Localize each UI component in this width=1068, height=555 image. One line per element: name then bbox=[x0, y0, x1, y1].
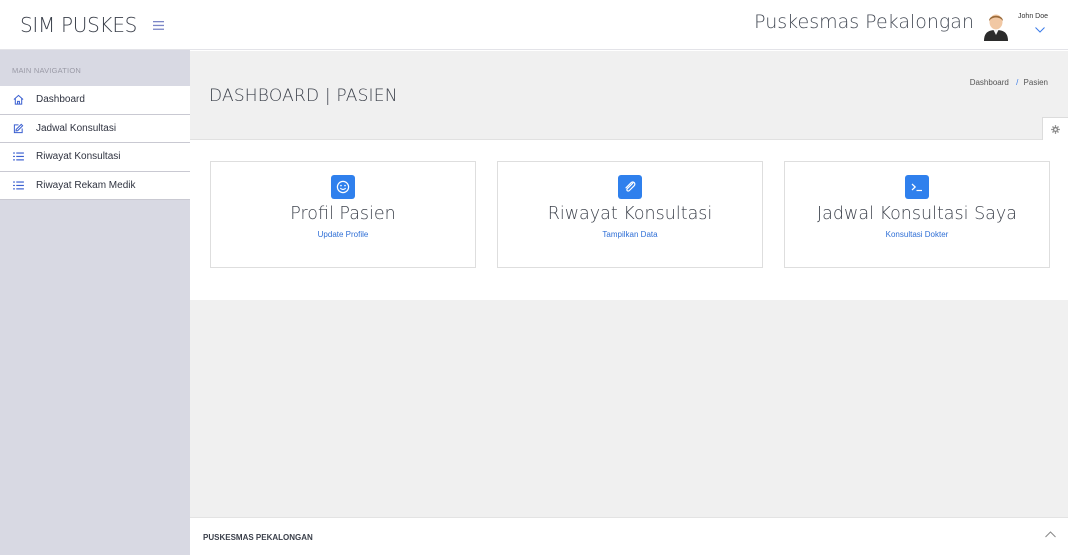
card-title: Riwayat Konsultasi bbox=[547, 204, 713, 224]
footer-text: PUSKESMAS PEKALONGAN bbox=[203, 533, 313, 542]
page-header: DASHBOARD | PASIEN Dashboard / Pasien bbox=[190, 51, 1068, 140]
nav-list: Dashboard Jadwal Konsultasi Riwayat Kons… bbox=[0, 86, 190, 200]
card-link-update-profile[interactable]: Update Profile bbox=[211, 230, 475, 239]
sidebar-item-label: Dashboard bbox=[36, 94, 85, 106]
sidebar-item-riwayat-konsultasi[interactable]: Riwayat Konsultasi bbox=[0, 143, 190, 172]
nav-section-label: MAIN NAVIGATION bbox=[12, 66, 81, 75]
list-icon bbox=[12, 151, 24, 163]
paperclip-icon bbox=[618, 175, 642, 199]
breadcrumb-pasien: Pasien bbox=[1023, 78, 1048, 87]
user-name[interactable]: John Doe bbox=[1018, 13, 1048, 20]
breadcrumb-dashboard[interactable]: Dashboard bbox=[970, 78, 1009, 87]
card-link-konsultasi-dokter[interactable]: Konsultasi Dokter bbox=[785, 230, 1049, 239]
content-background bbox=[190, 300, 1068, 517]
sidebar-item-label: Riwayat Rekam Medik bbox=[36, 179, 136, 191]
home-icon bbox=[12, 94, 24, 106]
chevron-up-icon[interactable] bbox=[1045, 529, 1056, 541]
sidebar-item-dashboard[interactable]: Dashboard bbox=[0, 86, 190, 115]
card-riwayat-konsultasi[interactable]: Riwayat Konsultasi Tampilkan Data bbox=[497, 161, 763, 268]
sidebar-item-riwayat-rekam-medik[interactable]: Riwayat Rekam Medik bbox=[0, 172, 190, 200]
sidebar-item-label: Riwayat Konsultasi bbox=[36, 151, 121, 163]
card-jadwal-konsultasi-saya[interactable]: Jadwal Konsultasi Saya Konsultasi Dokter bbox=[784, 161, 1050, 268]
card-title: Profil Pasien bbox=[290, 204, 396, 224]
hamburger-icon[interactable] bbox=[153, 18, 165, 32]
brand-title[interactable]: SIM PUSKES bbox=[20, 13, 137, 37]
page-title: DASHBOARD | PASIEN bbox=[209, 86, 398, 106]
breadcrumb: Dashboard / Pasien bbox=[970, 78, 1048, 87]
edit-icon bbox=[12, 122, 24, 134]
card-profil-pasien[interactable]: Profil Pasien Update Profile bbox=[210, 161, 476, 268]
avatar[interactable] bbox=[981, 11, 1011, 41]
card-title: Jadwal Konsultasi Saya bbox=[817, 204, 1017, 224]
sidebar-item-label: Jadwal Konsultasi bbox=[36, 122, 117, 134]
gear-icon bbox=[1051, 125, 1060, 137]
list-icon bbox=[12, 179, 24, 191]
chevron-down-icon[interactable] bbox=[1035, 25, 1045, 36]
footer: PUSKESMAS PEKALONGAN bbox=[190, 517, 1068, 555]
card-link-tampilkan-data[interactable]: Tampilkan Data bbox=[498, 230, 762, 239]
terminal-icon bbox=[905, 175, 929, 199]
org-name: Puskesmas Pekalongan bbox=[754, 11, 974, 33]
sidebar-item-jadwal-konsultasi[interactable]: Jadwal Konsultasi bbox=[0, 115, 190, 143]
top-header: Puskesmas Pekalongan John Doe bbox=[190, 0, 1068, 50]
breadcrumb-separator: / bbox=[1016, 78, 1019, 87]
sidebar: SIM PUSKES MAIN NAVIGATION Dashboard Jad… bbox=[0, 0, 190, 555]
brand: SIM PUSKES bbox=[0, 0, 190, 50]
smiley-icon bbox=[331, 175, 355, 199]
dashboard-cards: Profil Pasien Update Profile Riwayat Kon… bbox=[190, 140, 1068, 300]
